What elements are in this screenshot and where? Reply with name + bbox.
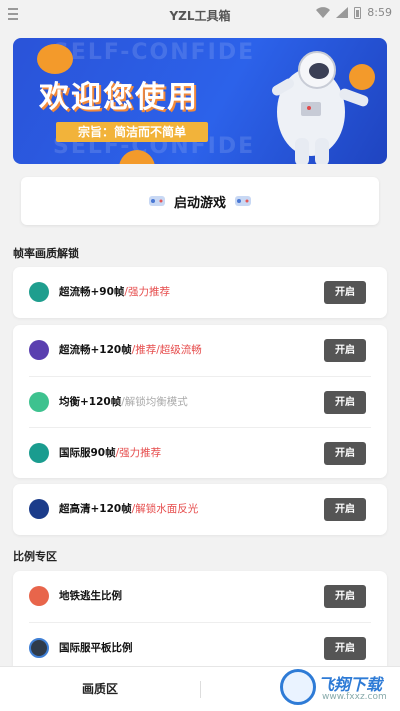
option-name: 国际服平板比例 xyxy=(59,642,133,654)
tab-divider xyxy=(200,681,201,698)
wifi-icon xyxy=(316,7,331,18)
section-title-frame-rate: 帧率画质解锁 xyxy=(13,247,79,260)
option-row: 均衡+120帧/解锁均衡模式 开启 xyxy=(29,376,371,427)
section-title-ratio: 比例专区 xyxy=(13,550,57,563)
signal-icon xyxy=(336,7,349,18)
option-hint: /强力推荐 xyxy=(115,447,162,459)
option-row: 国际服90帧/强力推荐 开启 xyxy=(29,427,371,478)
option-name: 均衡+120帧 xyxy=(59,396,122,408)
option-icon xyxy=(29,443,49,463)
option-row: 超流畅+90帧/强力推荐 开启 xyxy=(13,267,387,318)
option-name: 超流畅+120帧 xyxy=(59,344,132,356)
gamepad-icon xyxy=(235,196,251,206)
banner-ghost-text: SELF-CONFIDE xyxy=(53,40,256,65)
option-name: 超流畅+90帧 xyxy=(59,286,125,298)
banner-tagline: 宗旨：简洁而不简单 xyxy=(56,122,208,142)
option-icon xyxy=(29,340,49,360)
option-card: 地铁逃生比例 开启 国际服平板比例 开启 xyxy=(13,571,387,673)
enable-button[interactable]: 开启 xyxy=(324,498,366,521)
enable-button[interactable]: 开启 xyxy=(324,637,366,660)
option-row: 超流畅+120帧/推荐/超级流畅 开启 xyxy=(13,325,387,376)
status-bar: YZL工具箱 8:59 xyxy=(0,0,400,30)
option-hint: /解锁均衡模式 xyxy=(121,396,188,408)
enable-button[interactable]: 开启 xyxy=(324,339,366,362)
tab-quality[interactable]: 画质区 xyxy=(0,667,200,711)
astronaut-illustration xyxy=(271,51,369,164)
option-row: 超高清+120帧/解锁水面反光 开启 xyxy=(13,484,387,535)
banner-headline: 欢迎您使用 xyxy=(39,80,199,115)
option-hint: /推荐/超级流畅 xyxy=(131,344,202,356)
welcome-banner[interactable]: SELF-CONFIDE SELF-CONFIDE 欢迎您使用 宗旨：简洁而不简… xyxy=(13,38,387,164)
option-hint: /解锁水面反光 xyxy=(131,503,199,515)
option-row: 地铁逃生比例 开启 xyxy=(13,571,387,622)
watermark-url: www.fxxz.com xyxy=(322,692,387,702)
option-icon xyxy=(29,282,49,302)
option-name: 国际服90帧 xyxy=(59,447,116,459)
launch-game-button[interactable]: 启动游戏 xyxy=(21,177,379,225)
option-card: 超流畅+120帧/推荐/超级流畅 开启 均衡+120帧/解锁均衡模式 开启 国际… xyxy=(13,325,387,478)
option-name: 超高清+120帧 xyxy=(59,503,132,515)
gamepad-icon xyxy=(148,196,165,206)
option-icon xyxy=(29,392,49,412)
watermark-logo-icon xyxy=(280,669,316,705)
enable-button[interactable]: 开启 xyxy=(324,442,366,465)
option-card: 超高清+120帧/解锁水面反光 开启 xyxy=(13,484,387,535)
enable-button[interactable]: 开启 xyxy=(324,281,366,304)
option-hint: /强力推荐 xyxy=(124,286,170,298)
clock: 8:59 xyxy=(367,6,392,19)
option-name: 地铁逃生比例 xyxy=(59,590,122,602)
orange-orb xyxy=(37,44,73,74)
status-icons: 8:59 xyxy=(316,6,392,19)
launch-game-label: 启动游戏 xyxy=(173,195,226,211)
enable-button[interactable]: 开启 xyxy=(324,391,366,414)
option-icon xyxy=(29,499,49,519)
option-icon xyxy=(29,586,49,606)
enable-button[interactable]: 开启 xyxy=(324,585,366,608)
battery-icon xyxy=(354,6,362,19)
watermark-logo: 飞翔下载 www.fxxz.com xyxy=(274,667,394,707)
option-icon xyxy=(29,638,49,658)
option-card: 超流畅+90帧/强力推荐 开启 xyxy=(13,267,387,318)
